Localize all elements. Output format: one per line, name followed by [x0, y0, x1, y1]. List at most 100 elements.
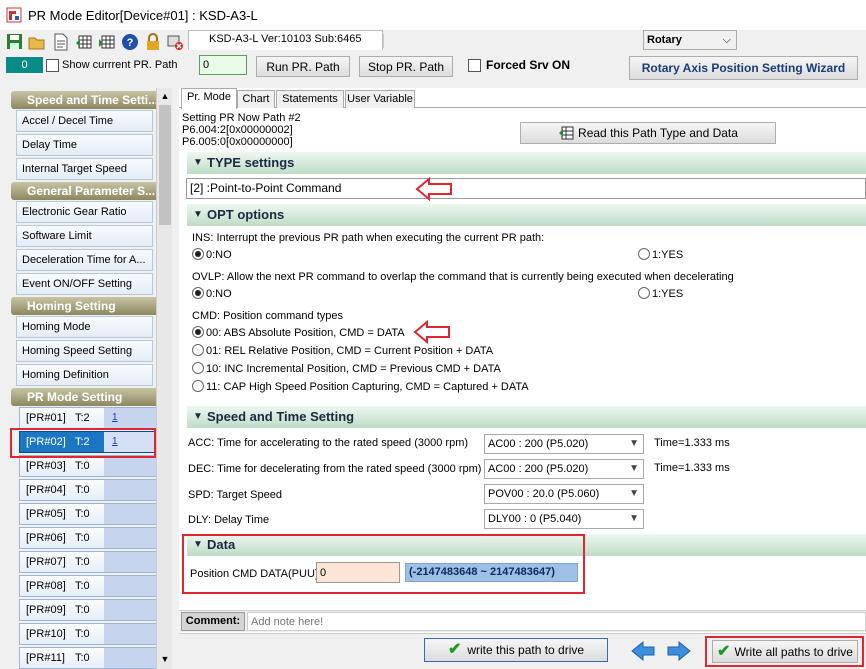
sidebar-item-delay-time[interactable]: Delay Time [16, 134, 153, 156]
sidebar-group-homing[interactable]: Homing Setting [11, 297, 163, 315]
pr-path-item[interactable]: [PR#09] T:0 [19, 599, 159, 621]
radio-selected[interactable] [192, 287, 204, 299]
help-icon[interactable]: ? [121, 33, 139, 51]
sidebar-group-speed-time[interactable]: Speed and Time Setti... [11, 91, 163, 109]
disconnect-icon[interactable] [166, 33, 184, 51]
pr-path-item[interactable]: [PR#04] T:0 [19, 479, 159, 501]
pr-path-item[interactable]: [PR#11] T:0 [19, 647, 159, 669]
stop-path-button[interactable]: Stop PR. Path [359, 56, 453, 77]
dly-select-value: DLY00 : 0 (P5.040) [488, 513, 582, 525]
dec-label: DEC: Time for decelerating from the rate… [188, 463, 482, 475]
pr-path-item[interactable]: [PR#05] T:0 [19, 503, 159, 525]
radio-unselected[interactable] [638, 287, 650, 299]
speed-section-header[interactable]: ▼ Speed and Time Setting [187, 406, 866, 428]
sidebar-item-homing-mode[interactable]: Homing Mode [16, 316, 153, 338]
cmd-option-inc[interactable]: 10: INC Incremental Position, CMD = Prev… [192, 362, 501, 375]
sidebar-group-general[interactable]: General Parameter S... [11, 182, 163, 200]
pr-path-item[interactable]: [PR#06] T:0 [19, 527, 159, 549]
sidebar-group-pr-mode[interactable]: PR Mode Setting [11, 388, 163, 406]
pr-path-item[interactable]: [PR#08] T:0 [19, 575, 159, 597]
device-version-tab[interactable]: KSD-A3-L Ver:10103 Sub:6465 [188, 30, 383, 50]
lock-icon[interactable] [144, 33, 162, 51]
show-current-checkbox[interactable] [46, 58, 59, 72]
sidebar-item-homing-definition[interactable]: Homing Definition [16, 364, 153, 386]
rotary-select[interactable]: Rotary ⌵ [643, 30, 737, 50]
chevron-down-icon: ▼ [193, 209, 203, 220]
sidebar-scrollbar[interactable]: ▲ ▼ [156, 88, 172, 669]
pr-path-item[interactable]: [PR#07] T:0 [19, 551, 159, 573]
opt-section-header[interactable]: ▼ OPT options [187, 204, 866, 226]
title-bar: PR Mode Editor[Device#01] : KSD-A3-L [0, 0, 866, 30]
ovlp-no-label: 0:NO [206, 288, 232, 300]
pr-path-item[interactable]: [PR#01] T:2 1 [19, 407, 159, 429]
forced-srv-checkbox[interactable] [468, 58, 481, 72]
scroll-up-icon[interactable]: ▲ [158, 88, 172, 104]
ovlp-no-radio[interactable]: 0:NO [192, 287, 232, 300]
type-section-header[interactable]: ▼ TYPE settings [187, 152, 866, 174]
ovlp-yes-radio[interactable]: 1:YES [638, 287, 683, 300]
radio-unselected[interactable] [192, 344, 204, 356]
ins-no-radio[interactable]: 0:NO [192, 248, 232, 261]
pr-path-item[interactable]: [PR#10] T:0 [19, 623, 159, 645]
type-select[interactable]: [2] :Point-to-Point Command [186, 178, 866, 199]
radio-selected[interactable] [192, 326, 204, 338]
pr-path-item[interactable]: [PR#03] T:0 [19, 455, 159, 477]
show-current-toggle[interactable]: Show currrent PR. Path [46, 57, 178, 73]
open-folder-icon[interactable] [28, 33, 46, 51]
table-write-icon[interactable] [98, 33, 116, 51]
ins-label: INS: Interrupt the previous PR path when… [192, 232, 545, 244]
chevron-down-icon: ▼ [629, 488, 639, 499]
pr-path-bar [104, 552, 159, 572]
ins-yes-radio[interactable]: 1:YES [638, 248, 683, 261]
run-path-button[interactable]: Run PR. Path [256, 56, 350, 77]
scroll-thumb[interactable] [159, 105, 171, 225]
radio-selected[interactable] [192, 248, 204, 260]
write-path-button[interactable]: ✔ write this path to drive [424, 638, 608, 662]
radio-unselected[interactable] [192, 380, 204, 392]
cmd-option-abs[interactable]: 00: ABS Absolute Position, CMD = DATA [192, 326, 405, 339]
acc-select[interactable]: AC00 : 200 (P5.020) ▼ [484, 434, 644, 454]
sidebar-item-homing-speed[interactable]: Homing Speed Setting [16, 340, 153, 362]
cmd-option-rel[interactable]: 01: REL Relative Position, CMD = Current… [192, 344, 493, 357]
dly-select[interactable]: DLY00 : 0 (P5.040) ▼ [484, 509, 644, 529]
pr-path-bar [104, 624, 159, 644]
comment-input[interactable] [247, 612, 866, 631]
pr-path-type: T:0 [75, 484, 90, 496]
pr-path-type: T:0 [75, 532, 90, 544]
rotary-wizard-button[interactable]: Rotary Axis Position Setting Wizard [629, 56, 858, 80]
ins-no-label: 0:NO [206, 249, 232, 261]
tab-user-variable[interactable]: User Variable [345, 90, 415, 108]
radio-unselected[interactable] [638, 248, 650, 260]
sidebar-item-event-onoff[interactable]: Event ON/OFF Setting [16, 273, 153, 295]
document-icon[interactable] [52, 33, 70, 51]
pr-path-type: T:0 [75, 604, 90, 616]
chevron-down-icon: ▼ [193, 157, 203, 168]
red-arrow-icon [415, 177, 452, 201]
spd-select[interactable]: POV00 : 20.0 (P5.060) ▼ [484, 484, 644, 504]
ovlp-label: OVLP: Allow the next PR command to overl… [192, 271, 734, 283]
prev-path-icon[interactable] [630, 640, 656, 665]
scroll-down-icon[interactable]: ▼ [158, 651, 172, 667]
next-path-icon[interactable] [666, 640, 692, 665]
sidebar-item-software-limit[interactable]: Software Limit [16, 225, 153, 247]
forced-srv-toggle[interactable]: Forced Srv ON [468, 58, 570, 72]
table-read-icon[interactable] [75, 33, 93, 51]
save-icon[interactable] [6, 33, 24, 51]
path-number-input[interactable] [199, 55, 247, 75]
sidebar-item-gear-ratio[interactable]: Electronic Gear Ratio [16, 201, 153, 223]
tab-pr-mode[interactable]: Pr. Mode [181, 88, 237, 109]
cmd-option-cap[interactable]: 11: CAP High Speed Position Capturing, C… [192, 380, 529, 393]
dec-select[interactable]: AC00 : 200 (P5.020) ▼ [484, 459, 644, 479]
data-highlight-box [182, 534, 585, 594]
radio-unselected[interactable] [192, 362, 204, 374]
read-path-button[interactable]: Read this Path Type and Data [520, 122, 776, 144]
sidebar-item-decel-time[interactable]: Deceleration Time for A... [16, 249, 153, 271]
pr-path-bar [104, 648, 159, 668]
tab-chart[interactable]: Chart [237, 90, 275, 108]
spd-label: SPD: Target Speed [188, 489, 282, 501]
forced-srv-label: Forced Srv ON [486, 58, 571, 72]
sidebar-item-accel-decel[interactable]: Accel / Decel Time [16, 110, 153, 132]
tab-statements[interactable]: Statements [276, 90, 344, 108]
pr-path-type: T:2 [75, 412, 90, 424]
sidebar-item-internal-speed[interactable]: Internal Target Speed [16, 158, 153, 180]
